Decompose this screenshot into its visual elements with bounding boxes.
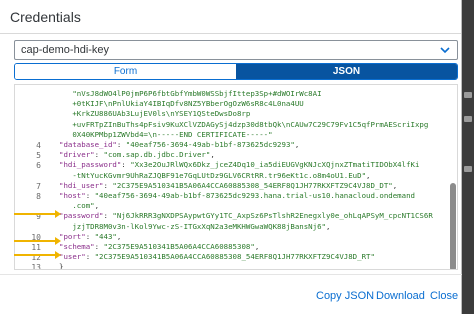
json-key: "database_id"	[59, 140, 117, 149]
background-app-edge	[462, 0, 474, 314]
json-punctuation: ,	[254, 242, 260, 251]
line-number: 4	[36, 141, 41, 150]
json-string: +0tKIJF\nPnlUkiaY4IBIqDfv8NZ5YBberOgOzW6…	[59, 99, 304, 109]
code-line: "port": "443",	[59, 232, 121, 241]
code-line: "driver": "com.sap.db.jdbc.Driver",	[59, 150, 215, 159]
line-number: 5	[36, 151, 41, 161]
json-string: "2C375E9A510341B5A06A4CCA60885308"	[103, 242, 255, 251]
json-punctuation: ,	[392, 180, 398, 190]
credentials-dialog: Credentials cap-demo-hdi-key Form JSON 4…	[0, 0, 462, 314]
tab-form[interactable]: Form	[15, 64, 236, 79]
json-key: "schema"	[59, 242, 95, 251]
code-line: 0X40KPMbp1ZWVbd4=\n-----END CERTIFICATE-…	[59, 129, 273, 139]
json-key: "port"	[59, 231, 86, 241]
close-button[interactable]: Close	[430, 290, 458, 302]
json-punctuation: :	[85, 231, 95, 241]
json-punctuation: }	[59, 262, 64, 270]
dialog-footer: Copy JSON Download Close	[0, 274, 462, 314]
code-line: .com",	[59, 201, 99, 210]
code-line: }	[59, 262, 64, 270]
copy-json-button[interactable]: Copy JSON	[316, 290, 374, 302]
service-key-select[interactable]: cap-demo-hdi-key	[14, 40, 458, 60]
code-line: "password": "Nj6JkRRR3gNXDPSAypwtGYy1TC_…	[59, 211, 433, 220]
line-number-gutter: 4 5 6 7 8 9 10 11 12 13	[15, 85, 53, 270]
code-line: "user": "2C375E9A510341B5A06A4CCA6088530…	[59, 252, 375, 261]
json-code-area[interactable]: "nVsJ8dWO4lP0jmP6P6fbtGbfYmbW0WSSbjfItte…	[59, 85, 449, 270]
json-punctuation: ,	[325, 221, 331, 231]
code-line: "hdi_user": "2C375E9A510341B5A06A4CCA608…	[59, 181, 397, 190]
line-number: 8	[36, 192, 41, 201]
json-key: "driver"	[59, 150, 95, 160]
json-string: "40eaf756-3694-49ab-b1bf-873625dc9293.ha…	[94, 191, 415, 200]
scrollbar-thumb[interactable]	[450, 183, 456, 269]
json-string: "Xx3e2OuJRlWQx6Dkz_jceZ4Dq10_ia5diEUGVgK…	[130, 160, 420, 170]
background-marker	[464, 92, 472, 98]
json-string: "nVsJ8dWO4lP0jmP6P6fbtGbfYmbW0WSSbjfItte…	[59, 89, 322, 98]
background-marker	[464, 166, 472, 172]
chevron-down-icon[interactable]	[439, 43, 451, 57]
code-line: "host": "40eaf756-3694-49ab-b1bf-873625d…	[59, 191, 415, 200]
json-punctuation: :	[94, 242, 104, 251]
code-line: jzjTDR8M0v3n-lKol9Ywc-zS-ITGxXqN2a3eMKHW…	[59, 222, 330, 231]
json-string: .com"	[59, 201, 95, 211]
json-editor[interactable]: 4 5 6 7 8 9 10 11 12 13 "nVsJ8dWO4lP0jmP6P6fbtGbf…	[14, 84, 458, 270]
json-punctuation: :	[85, 191, 95, 200]
json-punctuation: :	[85, 252, 95, 262]
code-line: "nVsJ8dWO4lP0jmP6P6fbtGbfYmbW0WSSbjfItte…	[59, 89, 322, 98]
service-key-value: cap-demo-hdi-key	[21, 44, 110, 56]
annotation-arrow-password	[14, 210, 61, 218]
json-string: "2C375E9A510341B5A06A4CCA60885308_54ERF8…	[112, 180, 393, 190]
json-string: "2C375E9A510341B5A06A4CCA60885308_54ERF8…	[94, 252, 375, 262]
json-key: "host"	[59, 191, 86, 200]
json-string: +uvFRTpZInBuThs4pFsiv9KuXClVZDAGySj4dzp3…	[59, 119, 429, 129]
json-key: "password"	[59, 211, 104, 221]
json-string: 0X40KPMbp1ZWVbd4=\n-----END CERTIFICATE-…	[59, 129, 273, 139]
json-key: "user"	[59, 252, 86, 262]
code-line: "database_id": "40eaf756-3694-49ab-b1bf-…	[59, 140, 299, 149]
json-string: -tNtYucKGvmr9UhRaZJQBF91e7GqLUtDz9GLV6CR…	[59, 170, 367, 180]
download-button[interactable]: Download	[376, 290, 425, 302]
tab-json[interactable]: JSON	[236, 64, 457, 79]
json-string: jzjTDR8M0v3n-lKol9Ywc-zS-ITGxXqN2a3eMKHW…	[59, 221, 326, 231]
code-line: -tNtYucKGvmr9UhRaZJQBF91e7GqLUtDz9GLV6CR…	[59, 171, 370, 180]
background-marker	[464, 116, 472, 122]
json-string: "Nj6JkRRR3gNXDPSAypwtGYy1TC_AxpSz6PsTlsh…	[112, 211, 433, 221]
code-line: "hdi_password": "Xx3e2OuJRlWQx6Dkz_jceZ4…	[59, 160, 419, 169]
json-punctuation: ,	[366, 170, 371, 180]
code-line: +KrkZU886UAb3LujEV0ls\nYSEY1QSteDwsDo8rp	[59, 109, 250, 118]
line-number: 13	[31, 263, 41, 270]
json-string: "443"	[94, 231, 117, 241]
json-string: "40eaf756-3694-49ab-b1bf-873625dc9293"	[125, 140, 295, 149]
dialog-title: Credentials	[10, 9, 81, 25]
annotation-arrow-user	[14, 251, 61, 259]
editor-scrollbar[interactable]	[450, 85, 456, 269]
annotation-arrow-schema	[14, 237, 61, 245]
line-number: 6	[36, 161, 41, 171]
line-number: 7	[36, 181, 41, 191]
code-line: "schema": "2C375E9A510341B5A06A4CCA60885…	[59, 242, 259, 251]
json-punctuation: :	[121, 160, 131, 170]
json-string: "com.sap.db.jdbc.Driver"	[103, 150, 211, 160]
json-punctuation: ,	[116, 231, 122, 241]
line-number: 11	[31, 243, 41, 252]
json-punctuation: ,	[210, 150, 215, 160]
json-punctuation: ,	[294, 140, 300, 149]
json-punctuation: :	[116, 140, 126, 149]
dialog-header: Credentials	[0, 0, 461, 34]
json-key: "hdi_user"	[59, 180, 104, 190]
json-key: "hdi_password"	[59, 160, 122, 170]
json-punctuation: ,	[94, 201, 100, 211]
code-line: +uvFRTpZInBuThs4pFsiv9KuXClVZDAGySj4dzp3…	[59, 120, 428, 129]
view-mode-toggle: Form JSON	[14, 63, 458, 80]
code-line: +0tKIJF\nPnlUkiaY4IBIqDfv8NZ5YBberOgOzW6…	[59, 99, 304, 109]
json-punctuation: :	[94, 150, 104, 160]
json-string: +KrkZU886UAb3LujEV0ls\nYSEY1QSteDwsDo8rp	[59, 109, 251, 119]
